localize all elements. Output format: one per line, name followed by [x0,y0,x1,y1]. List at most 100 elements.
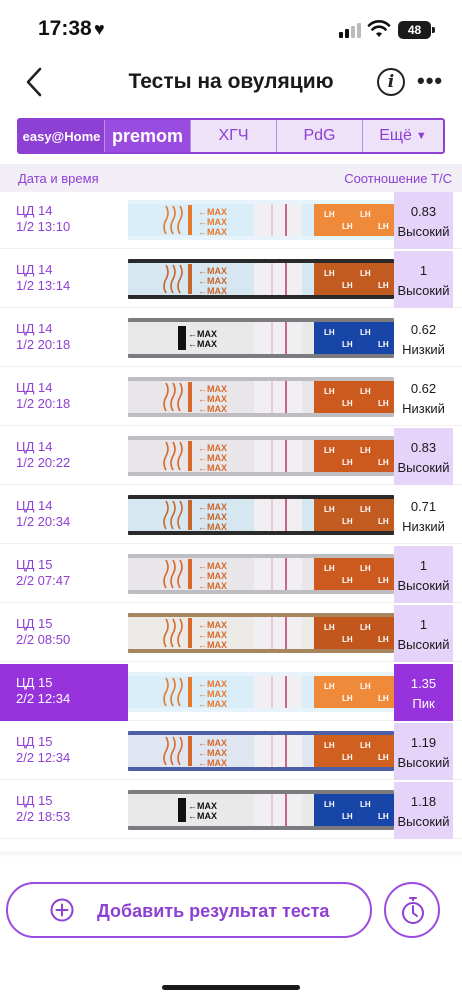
strip-lh-text: LH [342,694,353,703]
ratio-level: Высокий [397,460,450,475]
strip-lh-text: LH [360,564,371,573]
test-result-row[interactable]: ЦД 14 1/2 13:10 ←MAX ←MAX ←MAX LH LH LH LH 0.83 Вы… [0,192,462,249]
strip-max-text: ←MAX [198,689,227,699]
strip-max-text: ←MAX [198,522,227,532]
row-datetime: ЦД 14 1/2 13:10 [0,192,128,249]
cycle-day: ЦД 14 [16,380,53,395]
strip-lh-text: LH [324,741,335,750]
test-time: 1/2 20:18 [16,337,71,352]
column-ratio: Соотношение T/C [344,171,452,186]
ratio-level: Высокий [397,224,450,239]
timer-button[interactable] [384,882,440,938]
strip-max-text: ←MAX [198,266,227,276]
strip-lh-text: LH [378,281,389,290]
test-result-row[interactable]: ЦД 14 1/2 13:14 ←MAX ←MAX ←MAX LH LH LH LH 1 Высок… [0,251,462,308]
ratio-cell: 1 Высокий [394,546,453,603]
test-result-row[interactable]: ЦД 14 1/2 20:18 ←MAX ←MAX LH LH LH LH 0.62 Низкий [0,310,462,367]
strip-window [254,617,302,649]
strip-lh-text: LH [360,387,371,396]
strip-max-text: ←MAX [188,811,217,821]
strip-lh-cap [314,735,394,767]
strip-window [254,735,302,767]
strip-window [254,204,302,236]
strip-lh-text: LH [360,446,371,455]
strip-lh-text: LH [342,222,353,231]
test-strip-image: ←MAX ←MAX ←MAX LH LH LH LH [128,200,394,240]
strip-lh-text: LH [324,800,335,809]
test-strip-image: ←MAX ←MAX ←MAX LH LH LH LH [128,731,394,771]
strip-marker [178,798,186,822]
strip-marker [188,736,192,766]
strip-lh-text: LH [342,340,353,349]
strip-lh-text: LH [342,812,353,821]
strip-lh-text: LH [324,564,335,573]
strip-lh-text: LH [360,682,371,691]
test-time: 2/2 18:53 [16,809,71,824]
ratio-value: 0.83 [410,204,437,219]
ratio-cell: 0.62 Низкий [394,369,453,426]
test-result-row[interactable]: ЦД 14 1/2 20:18 ←MAX ←MAX ←MAX LH LH LH LH 0.62 Ни… [0,369,462,426]
strip-test-line [271,381,273,413]
ratio-level: Высокий [397,283,450,298]
cycle-day: ЦД 14 [16,321,53,336]
strip-marker [188,441,192,471]
ratio-value: 1.19 [410,735,437,750]
strip-max-text: ←MAX [198,640,227,650]
cycle-day: ЦД 15 [16,793,53,808]
strip-max-text: ←MAX [198,561,227,571]
strip-control-line [285,263,287,295]
strip-lh-text: LH [360,741,371,750]
strip-max-text: ←MAX [198,738,227,748]
more-options-icon[interactable]: ••• [417,66,443,96]
row-datetime: ЦД 14 1/2 20:22 [0,428,128,485]
ratio-cell: 1.35 Пик [394,664,453,721]
ratio-cell: 1.18 Высокий [394,782,453,839]
tab-more[interactable]: Ещё ▼ [363,120,443,152]
ratio-cell: 0.83 Высокий [394,428,453,485]
tab-hcg[interactable]: ХГЧ [191,120,277,152]
test-strip-image: ←MAX ←MAX LH LH LH LH [128,318,394,358]
ratio-cell: 1 Высокий [394,251,453,308]
info-icon[interactable]: i [377,68,405,96]
tab-pdg[interactable]: PdG [277,120,363,152]
test-result-row[interactable]: ЦД 15 2/2 08:50 ←MAX ←MAX ←MAX LH LH LH LH 1 Высок… [0,605,462,662]
add-test-result-button[interactable]: Добавить результат теста [6,882,372,938]
row-datetime: ЦД 15 2/2 12:34 [0,723,128,780]
row-datetime: ЦД 14 1/2 20:18 [0,369,128,426]
test-result-row[interactable]: ЦД 14 1/2 20:22 ←MAX ←MAX ←MAX LH LH LH LH 0.83 Вы… [0,428,462,485]
test-time: 1/2 20:18 [16,396,71,411]
ratio-cell: 1 Высокий [394,605,453,662]
strip-lh-text: LH [378,399,389,408]
test-result-row[interactable]: ЦД 15 2/2 12:34 ←MAX ←MAX ←MAX LH LH LH LH 1.35 Пи… [0,664,462,721]
strip-test-line [271,499,273,531]
strip-control-line [285,322,287,354]
strip-lh-text: LH [342,576,353,585]
strip-max-text: ←MAX [198,630,227,640]
strip-control-line [285,440,287,472]
test-time: 2/2 07:47 [16,573,71,588]
strip-lh-text: LH [324,505,335,514]
test-result-row[interactable]: ЦД 15 2/2 07:47 ←MAX ←MAX ←MAX LH LH LH LH 1 Высок… [0,546,462,603]
strip-lh-text: LH [360,210,371,219]
test-strip-image: ←MAX ←MAX ←MAX LH LH LH LH [128,259,394,299]
ratio-level: Высокий [397,637,450,652]
test-result-row[interactable]: ЦД 15 2/2 18:53 ←MAX ←MAX LH LH LH LH 1.18 Высоки… [0,782,462,839]
strip-lh-cap [314,322,394,354]
row-datetime: ЦД 15 2/2 18:53 [0,782,128,839]
tab-easy-home[interactable]: easy@Home [19,120,105,152]
strip-window [254,381,302,413]
strip-lh-cap [314,263,394,295]
strip-max-text: ←MAX [198,394,227,404]
tab-premom[interactable]: premom [105,120,191,152]
test-result-row[interactable]: ЦД 14 1/2 20:34 ←MAX ←MAX ←MAX LH LH LH LH 0.71 Ни… [0,487,462,544]
cycle-day: ЦД 15 [16,734,53,749]
test-time: 2/2 08:50 [16,632,71,647]
status-time: 17:38 [38,17,92,40]
test-strip-image: ←MAX ←MAX ←MAX LH LH LH LH [128,436,394,476]
row-datetime: ЦД 15 2/2 08:50 [0,605,128,662]
test-result-row[interactable]: ЦД 15 2/2 12:34 ←MAX ←MAX ←MAX LH LH LH LH 1.19 Вы… [0,723,462,780]
strip-lh-text: LH [378,458,389,467]
table-header: Дата и время Соотношение T/C [0,164,462,192]
strip-window [254,499,302,531]
strip-max-text: ←MAX [198,620,227,630]
